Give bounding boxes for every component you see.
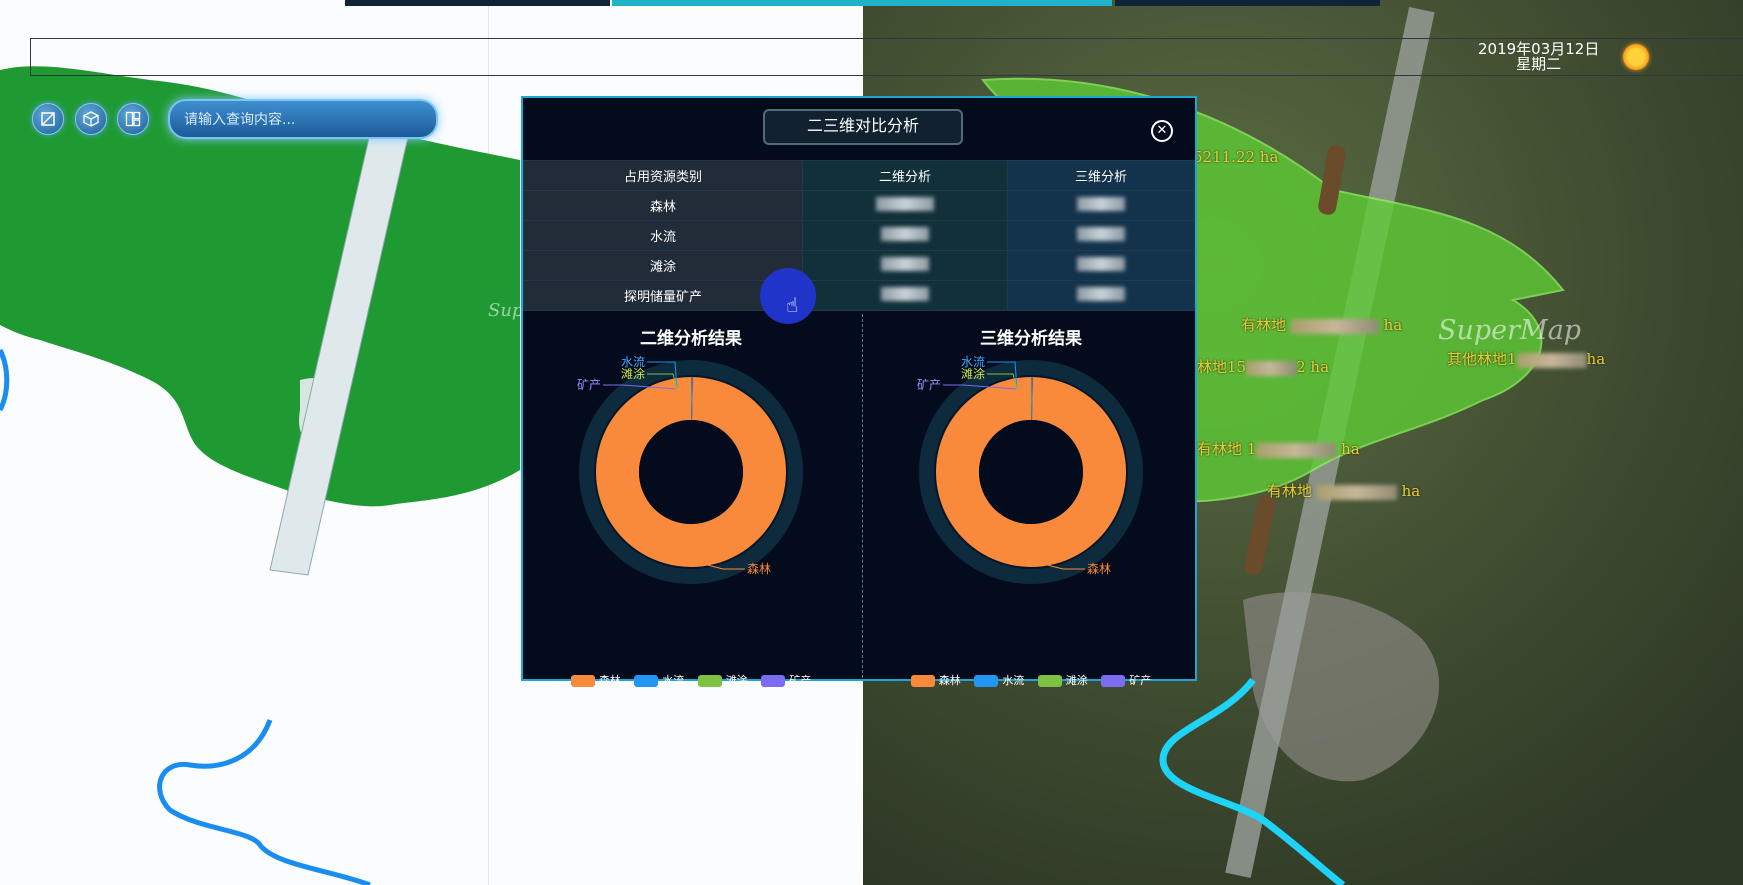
donut-chart: 水流滩涂矿产森林	[577, 355, 803, 584]
resource-compare-table: 占用资源类别 二维分析 三维分析 森林 水流 滩涂 探明储量矿产	[523, 160, 1195, 311]
search-box[interactable]	[168, 99, 438, 139]
compare-analysis-dialog: 二三维对比分析 ✕ 占用资源类别 二维分析 三维分析 森林 水流 滩涂 探明储量…	[521, 96, 1199, 687]
value-2d-cell	[802, 280, 1008, 311]
column-header: 三维分析	[1007, 160, 1195, 191]
value-2d-cell	[802, 220, 1008, 251]
map-area-label: 有林地 ha	[1267, 482, 1421, 500]
value-3d-cell	[1007, 280, 1195, 311]
map-2d-icon	[41, 112, 55, 126]
legend-item[interactable]: 森林	[910, 672, 961, 688]
table-row: 森林	[523, 190, 1195, 221]
cube-3d-icon	[83, 111, 99, 127]
river-line	[157, 719, 371, 885]
header-bar-segment	[1115, 0, 1380, 6]
slice-label: 滩涂	[621, 366, 645, 381]
river-stub	[0, 348, 10, 412]
slice-label: 森林	[1087, 561, 1111, 576]
value-3d-cell	[1007, 250, 1195, 281]
dialog-title: 二三维对比分析	[763, 109, 963, 145]
chart-legend: 森林 水流 滩涂 矿产	[863, 672, 1199, 688]
legend-item[interactable]: 滩涂	[1037, 672, 1088, 688]
table-row: 水流	[523, 220, 1195, 251]
value-3d-cell	[1007, 190, 1195, 221]
table-row: 滩涂	[523, 250, 1195, 281]
map-area-label: 其他林地1 ha	[1447, 350, 1606, 368]
donut-chart: 水流滩涂矿产森林	[917, 355, 1143, 584]
chart-3d-result: 三维分析结果 水流 滩涂 矿产 森林 森林 水流 滩涂 矿产	[863, 312, 1199, 687]
donut-hole	[979, 420, 1083, 524]
legend-item[interactable]: 矿产	[1101, 672, 1151, 688]
table-row: 探明储量矿产	[523, 280, 1195, 311]
legend-item[interactable]: 水流	[634, 672, 684, 688]
search-input[interactable]	[182, 104, 418, 136]
map-area-label: 有林地 1 ha	[1197, 440, 1360, 458]
legend-item[interactable]: 森林	[570, 672, 621, 688]
map-watermark: SuperMap	[1438, 315, 1582, 346]
resource-type-cell: 水流	[523, 220, 803, 251]
value-2d-cell	[802, 190, 1008, 221]
resource-type-cell: 森林	[523, 190, 803, 221]
split-compare-icon	[125, 111, 141, 127]
slice-label: 森林	[747, 561, 771, 576]
sun-icon	[1623, 44, 1649, 70]
donut-hole	[639, 420, 743, 524]
slice-label: 矿产	[577, 378, 601, 392]
table-header-row: 占用资源类别 二维分析 三维分析	[523, 160, 1195, 191]
compare-button[interactable]	[117, 103, 149, 135]
chart-legend: 森林 水流 滩涂 矿产	[523, 672, 859, 688]
legend-item[interactable]: 矿产	[761, 672, 811, 688]
map-area-label: 5211.22 ha	[1193, 148, 1279, 166]
map-3d-button[interactable]	[75, 103, 107, 135]
value-2d-cell	[802, 250, 1008, 281]
header-bar-segment	[345, 0, 610, 6]
map-2d-button[interactable]	[32, 103, 64, 135]
map-area-label: 有林地 ha	[1241, 316, 1403, 334]
slice-label: 矿产	[917, 378, 941, 392]
close-icon[interactable]: ✕	[1151, 120, 1173, 142]
weekday-text: 星期二	[1516, 55, 1562, 73]
slice-label: 滩涂	[961, 366, 985, 381]
legend-item[interactable]: 水流	[974, 672, 1024, 688]
column-header: 占用资源类别	[523, 160, 803, 191]
chart-2d-result: 二维分析结果 水流 滩涂 矿产 森林 森林 水流 滩涂 矿产	[523, 312, 859, 687]
hand-cursor-icon: ☝	[786, 293, 799, 317]
resource-type-cell: 滩涂	[523, 250, 803, 281]
column-header: 二维分析	[802, 160, 1008, 191]
legend-item[interactable]: 滩涂	[697, 672, 748, 688]
value-3d-cell	[1007, 220, 1195, 251]
date-display: 2019年03月12日 星期二	[1478, 42, 1599, 72]
header-bar-segment	[612, 0, 1112, 6]
map-area-label: 林地15 2 ha	[1197, 358, 1330, 376]
